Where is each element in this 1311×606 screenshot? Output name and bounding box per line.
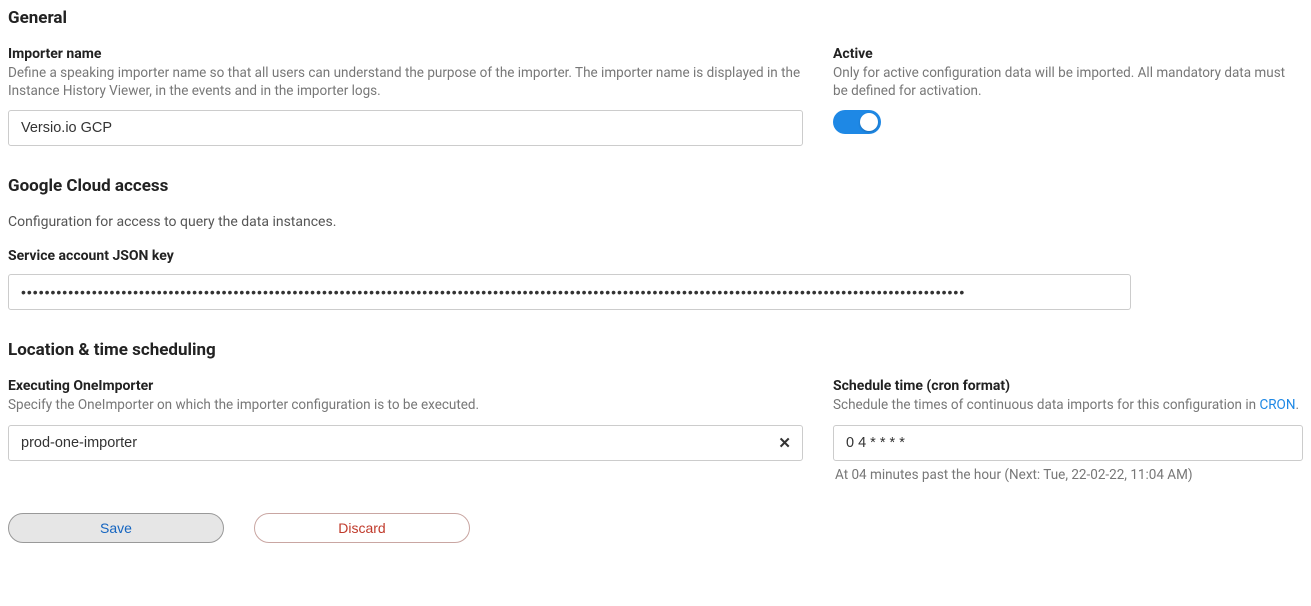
importer-name-help: Define a speaking importer name so that … [8, 64, 803, 100]
button-row: Save Discard [8, 513, 1303, 543]
general-section: General Importer name Define a speaking … [8, 8, 1303, 146]
cron-input[interactable] [833, 425, 1303, 461]
active-toggle[interactable] [833, 110, 881, 134]
importer-name-label: Importer name [8, 46, 803, 62]
scheduling-section: Location & time scheduling Executing One… [8, 340, 1303, 482]
gcp-subtext: Configuration for access to query the da… [8, 214, 1303, 230]
cron-field: Schedule time (cron format) Schedule the… [833, 378, 1303, 482]
save-button[interactable]: Save [8, 513, 224, 543]
discard-button[interactable]: Discard [254, 513, 470, 543]
cron-link[interactable]: CRON [1259, 397, 1295, 413]
json-key-input[interactable] [8, 274, 1131, 310]
general-heading: General [8, 8, 1303, 28]
cron-next-text: At 04 minutes past the hour (Next: Tue, … [833, 467, 1303, 483]
cron-help-suffix: . [1295, 397, 1299, 413]
cron-label: Schedule time (cron format) [833, 378, 1303, 394]
json-key-field: Service account JSON key [8, 248, 1131, 310]
executor-input[interactable] [8, 425, 803, 461]
scheduling-heading: Location & time scheduling [8, 340, 1303, 360]
active-label: Active [833, 46, 1303, 62]
active-field: Active Only for active configuration dat… [833, 46, 1303, 146]
executor-label: Executing OneImporter [8, 378, 803, 394]
gcp-heading: Google Cloud access [8, 176, 1303, 196]
cron-help-prefix: Schedule the times of continuous data im… [833, 397, 1259, 413]
json-key-label: Service account JSON key [8, 248, 1131, 264]
active-help: Only for active configuration data will … [833, 64, 1303, 100]
executor-help: Specify the OneImporter on which the imp… [8, 396, 803, 414]
importer-name-field: Importer name Define a speaking importer… [8, 46, 803, 146]
executor-field: Executing OneImporter Specify the OneImp… [8, 378, 803, 482]
clear-icon[interactable]: ✕ [778, 434, 791, 452]
cron-help: Schedule the times of continuous data im… [833, 396, 1303, 414]
gcp-section: Google Cloud access Configuration for ac… [8, 176, 1303, 310]
importer-name-input[interactable] [8, 110, 803, 146]
